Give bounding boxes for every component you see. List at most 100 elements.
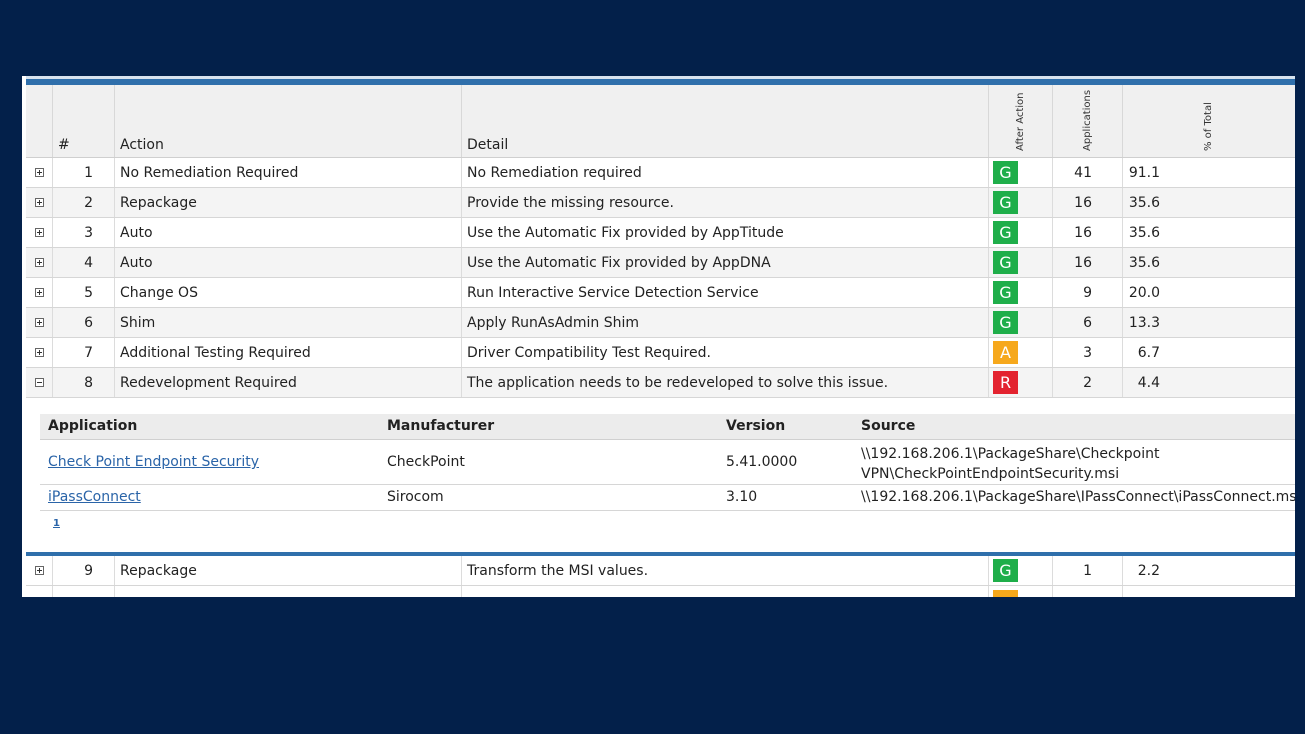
row-pct-total: 6.7 <box>1123 338 1295 367</box>
pct-value: 91.1 <box>1128 165 1160 181</box>
app-link[interactable]: iPassConnect <box>48 489 141 505</box>
app-link-cell[interactable]: iPassConnect <box>48 485 141 510</box>
subheader-source[interactable]: Source <box>861 414 915 439</box>
subtable-header: Application Manufacturer Version Source <box>40 414 1295 440</box>
row-applications: 2 <box>1053 368 1123 397</box>
expand-toggle-icon[interactable] <box>35 566 44 575</box>
rag-badge: G <box>993 559 1018 582</box>
cell <box>53 586 115 597</box>
row-applications: 16 <box>1053 218 1123 247</box>
expander-cell <box>26 338 53 367</box>
pager-page-1[interactable]: 1 <box>53 518 60 529</box>
rag-cell: G <box>989 556 1053 585</box>
table-row-partial <box>26 586 1295 597</box>
expand-toggle-icon[interactable] <box>35 228 44 237</box>
row-number: 5 <box>53 278 115 307</box>
rag-badge <box>993 590 1018 597</box>
subheader-version[interactable]: Version <box>726 414 785 439</box>
table-row[interactable]: 7 Additional Testing Required Driver Com… <box>26 338 1295 368</box>
header-action[interactable]: Action <box>115 85 462 157</box>
row-number: 4 <box>53 248 115 277</box>
subtable-row: iPassConnect Sirocom 3.10 \\192.168.206.… <box>40 485 1295 511</box>
manufacturer-cell: CheckPoint <box>387 454 465 470</box>
rag-badge: G <box>993 161 1018 184</box>
expander-cell <box>26 248 53 277</box>
grid-rows: 1 No Remediation Required No Remediation… <box>26 158 1295 398</box>
header-applications[interactable]: Applications <box>1053 85 1123 157</box>
source-line: \\192.168.206.1\PackageShare\Checkpoint <box>861 446 1160 462</box>
header-detail[interactable]: Detail <box>462 85 989 157</box>
table-row[interactable]: 4 Auto Use the Automatic Fix provided by… <box>26 248 1295 278</box>
rag-cell: G <box>989 158 1053 187</box>
expand-toggle-icon[interactable] <box>35 258 44 267</box>
expanded-detail-area: Application Manufacturer Version Source … <box>26 398 1295 556</box>
table-row[interactable]: 5 Change OS Run Interactive Service Dete… <box>26 278 1295 308</box>
row-detail: Run Interactive Service Detection Servic… <box>462 278 989 307</box>
pct-value: 35.6 <box>1128 195 1160 211</box>
rag-badge: G <box>993 221 1018 244</box>
row-number: 8 <box>53 368 115 397</box>
row-action: Repackage <box>115 188 462 217</box>
rag-cell: G <box>989 218 1053 247</box>
expand-toggle-icon[interactable] <box>35 198 44 207</box>
rag-badge: G <box>993 251 1018 274</box>
expand-toggle-icon[interactable] <box>35 168 44 177</box>
row-detail: Apply RunAsAdmin Shim <box>462 308 989 337</box>
row-action: Redevelopment Required <box>115 368 462 397</box>
row-action: Additional Testing Required <box>115 338 462 367</box>
source-cell: \\192.168.206.1\PackageShare\IPassConnec… <box>861 489 1295 505</box>
expander-cell <box>26 218 53 247</box>
rag-badge: G <box>993 311 1018 334</box>
row-action: Change OS <box>115 278 462 307</box>
subtable-row: Check Point Endpoint Security CheckPoint… <box>40 440 1295 485</box>
subheader-application[interactable]: Application <box>48 414 137 439</box>
row-number: 7 <box>53 338 115 367</box>
header-pct-total[interactable]: % of Total <box>1123 85 1295 157</box>
row-applications: 16 <box>1053 248 1123 277</box>
cell <box>462 586 989 597</box>
rag-cell: G <box>989 248 1053 277</box>
row-applications: 41 <box>1053 158 1123 187</box>
grid-header: # Action Detail After Action Application… <box>26 85 1295 158</box>
header-after-action[interactable]: After Action <box>989 85 1053 157</box>
app-link-cell[interactable]: Check Point Endpoint Security <box>48 454 259 470</box>
expander-cell <box>26 188 53 217</box>
row-pct-total: 2.2 <box>1123 556 1295 585</box>
row-pct-total: 13.3 <box>1123 308 1295 337</box>
row-action: Auto <box>115 218 462 247</box>
table-row[interactable]: 6 Shim Apply RunAsAdmin Shim G 6 13.3 <box>26 308 1295 338</box>
subheader-manufacturer[interactable]: Manufacturer <box>387 414 494 439</box>
expander-cell <box>26 278 53 307</box>
header-expander-col <box>26 85 53 157</box>
expand-toggle-icon[interactable] <box>35 288 44 297</box>
expander-cell <box>26 368 53 397</box>
row-number: 1 <box>53 158 115 187</box>
source-line: VPN\CheckPointEndpointSecurity.msi <box>861 466 1120 482</box>
expander-cell <box>26 158 53 187</box>
expand-toggle-icon[interactable] <box>35 378 44 387</box>
table-row[interactable]: 8 Redevelopment Required The application… <box>26 368 1295 398</box>
pct-value: 6.7 <box>1137 345 1160 361</box>
source-cell: \\192.168.206.1\PackageShare\Checkpoint … <box>861 444 1160 484</box>
row-detail: No Remediation required <box>462 158 989 187</box>
cell <box>1123 586 1295 597</box>
rag-badge: R <box>993 371 1018 394</box>
table-row[interactable]: 1 No Remediation Required No Remediation… <box>26 158 1295 188</box>
header-num[interactable]: # <box>53 85 115 157</box>
row-detail: Transform the MSI values. <box>462 556 989 585</box>
panel-top-border <box>26 76 1295 85</box>
row-applications: 3 <box>1053 338 1123 367</box>
row-detail: The application needs to be redeveloped … <box>462 368 989 397</box>
row-pct-total: 35.6 <box>1123 248 1295 277</box>
app-link[interactable]: Check Point Endpoint Security <box>48 454 259 470</box>
expand-toggle-icon[interactable] <box>35 318 44 327</box>
table-row[interactable]: 3 Auto Use the Automatic Fix provided by… <box>26 218 1295 248</box>
table-row[interactable]: 2 Repackage Provide the missing resource… <box>26 188 1295 218</box>
row-number: 2 <box>53 188 115 217</box>
table-row[interactable]: 9 Repackage Transform the MSI values. G … <box>26 556 1295 586</box>
rag-cell: A <box>989 338 1053 367</box>
expand-toggle-icon[interactable] <box>35 348 44 357</box>
row-detail: Use the Automatic Fix provided by AppTit… <box>462 218 989 247</box>
row-detail: Driver Compatibility Test Required. <box>462 338 989 367</box>
rag-cell: G <box>989 308 1053 337</box>
